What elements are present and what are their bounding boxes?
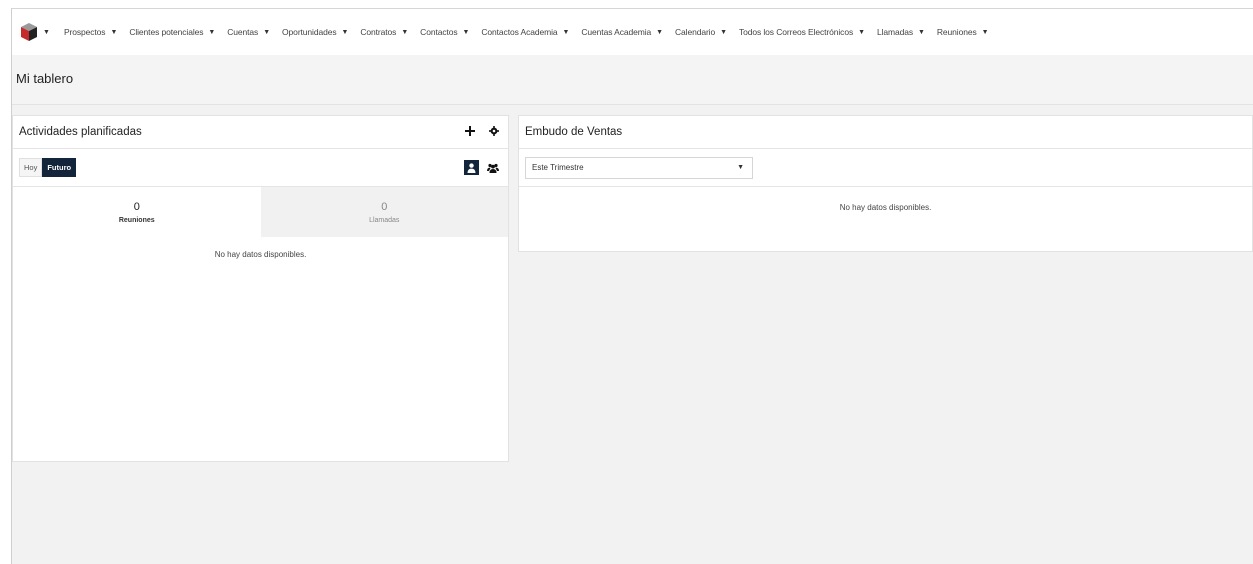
nav-item-label: Llamadas (876, 27, 914, 37)
page-header: Mi tablero (12, 55, 1253, 105)
chevron-down-icon: ▼ (110, 28, 118, 36)
filter-future-button[interactable]: Futuro (42, 158, 77, 177)
page-title: Mi tablero (16, 71, 74, 86)
chevron-down-icon: ▼ (401, 28, 409, 36)
dashlet-title: Actividades planificadas (19, 126, 142, 138)
group-users-icon[interactable] (485, 160, 500, 175)
dashlet-header: Embudo de Ventas (519, 116, 1252, 149)
nav-item-contactos[interactable]: Contactos ▼ (420, 27, 469, 37)
tab-llamadas[interactable]: 0 Llamadas (260, 187, 508, 237)
tab-reuniones[interactable]: 0 Reuniones (13, 187, 261, 237)
chevron-down-icon: ▼ (43, 28, 50, 36)
nav-item-label: Cuentas Academia (581, 27, 652, 37)
tab-count: 0 (381, 201, 388, 213)
filter-today-button[interactable]: Hoy (19, 158, 43, 177)
chevron-down-icon: ▼ (208, 28, 216, 36)
nav-item-label: Prospectos (63, 27, 106, 37)
nav-item-label: Contactos (420, 27, 458, 37)
period-select-row: Este Trimestre ▼ (519, 149, 1252, 187)
dashlet-sales-pipeline: Embudo de Ventas Este Trimestre ▼ No hay… (518, 115, 1253, 252)
nav-item-label: Contactos Academia (481, 27, 558, 37)
nav-item-label: Todos los Correos Electrónicos (738, 27, 854, 37)
nav-item-todos-los-correos[interactable]: Todos los Correos Electrónicos ▼ (739, 27, 865, 37)
view-toggle (464, 160, 500, 175)
period-select-value: Este Trimestre (532, 163, 584, 172)
nav-item-oportunidades[interactable]: Oportunidades ▼ (282, 27, 348, 37)
nav-item-contratos[interactable]: Contratos ▼ (360, 27, 408, 37)
nav-item-label: Calendario (674, 27, 716, 37)
empty-state-message: No hay datos disponibles. (214, 250, 307, 259)
chevron-down-icon: ▼ (341, 28, 349, 36)
nav-item-calendario[interactable]: Calendario ▼ (675, 27, 727, 37)
chevron-down-icon: ▼ (263, 28, 271, 36)
nav-item-prospectos[interactable]: Prospectos ▼ (64, 27, 117, 37)
tab-count: 0 (133, 201, 140, 213)
dashlet-header: Actividades planificadas (13, 116, 508, 149)
nav-item-label: Clientes potenciales (129, 27, 204, 37)
nav-item-cuentas[interactable]: Cuentas ▼ (227, 27, 270, 37)
chevron-down-icon: ▼ (656, 28, 663, 36)
nav-item-llamadas[interactable]: Llamadas ▼ (877, 27, 925, 37)
chevron-down-icon: ▼ (462, 28, 470, 36)
dashlet-planned-activities: Actividades planificadas Hoy Futuro 0 Re… (12, 115, 509, 462)
nav-item-label: Cuentas (227, 27, 259, 37)
chevron-down-icon: ▼ (858, 28, 865, 36)
chevron-down-icon: ▼ (562, 28, 570, 36)
chevron-down-icon: ▼ (720, 28, 727, 36)
tab-label: Llamadas (369, 217, 400, 224)
logo-cube-icon (21, 23, 37, 41)
dashlet-actions (464, 125, 500, 137)
nav-item-clientes-potenciales[interactable]: Clientes potenciales ▼ (129, 27, 215, 37)
tab-label: Reuniones (118, 217, 155, 224)
user-icon[interactable] (464, 160, 479, 175)
gear-icon[interactable] (488, 125, 500, 137)
top-navigation: ▼ Prospectos ▼ Clientes potenciales ▼ Cu… (12, 9, 1253, 55)
chevron-down-icon: ▼ (981, 28, 989, 36)
nav-item-cuentas-academia[interactable]: Cuentas Academia ▼ (581, 27, 663, 37)
empty-state-message: No hay datos disponibles. (839, 203, 932, 212)
nav-item-label: Oportunidades (282, 27, 337, 37)
chevron-down-icon: ▼ (737, 164, 744, 171)
dashlet-title: Embudo de Ventas (525, 126, 623, 138)
dashboard-workspace: Actividades planificadas Hoy Futuro 0 Re… (12, 105, 1253, 564)
logo-menu[interactable]: ▼ (12, 9, 64, 55)
period-filter-row: Hoy Futuro (13, 149, 508, 187)
nav-item-label: Contratos (360, 27, 397, 37)
nav-item-label: Reuniones (936, 27, 977, 37)
chevron-down-icon: ▼ (918, 28, 925, 36)
plus-icon[interactable] (464, 125, 476, 137)
period-select[interactable]: Este Trimestre ▼ (525, 156, 753, 179)
activity-tabs: 0 Reuniones 0 Llamadas (13, 187, 508, 238)
nav-item-reuniones[interactable]: Reuniones ▼ (937, 27, 989, 37)
nav-item-contactos-academia[interactable]: Contactos Academia ▼ (481, 27, 569, 37)
